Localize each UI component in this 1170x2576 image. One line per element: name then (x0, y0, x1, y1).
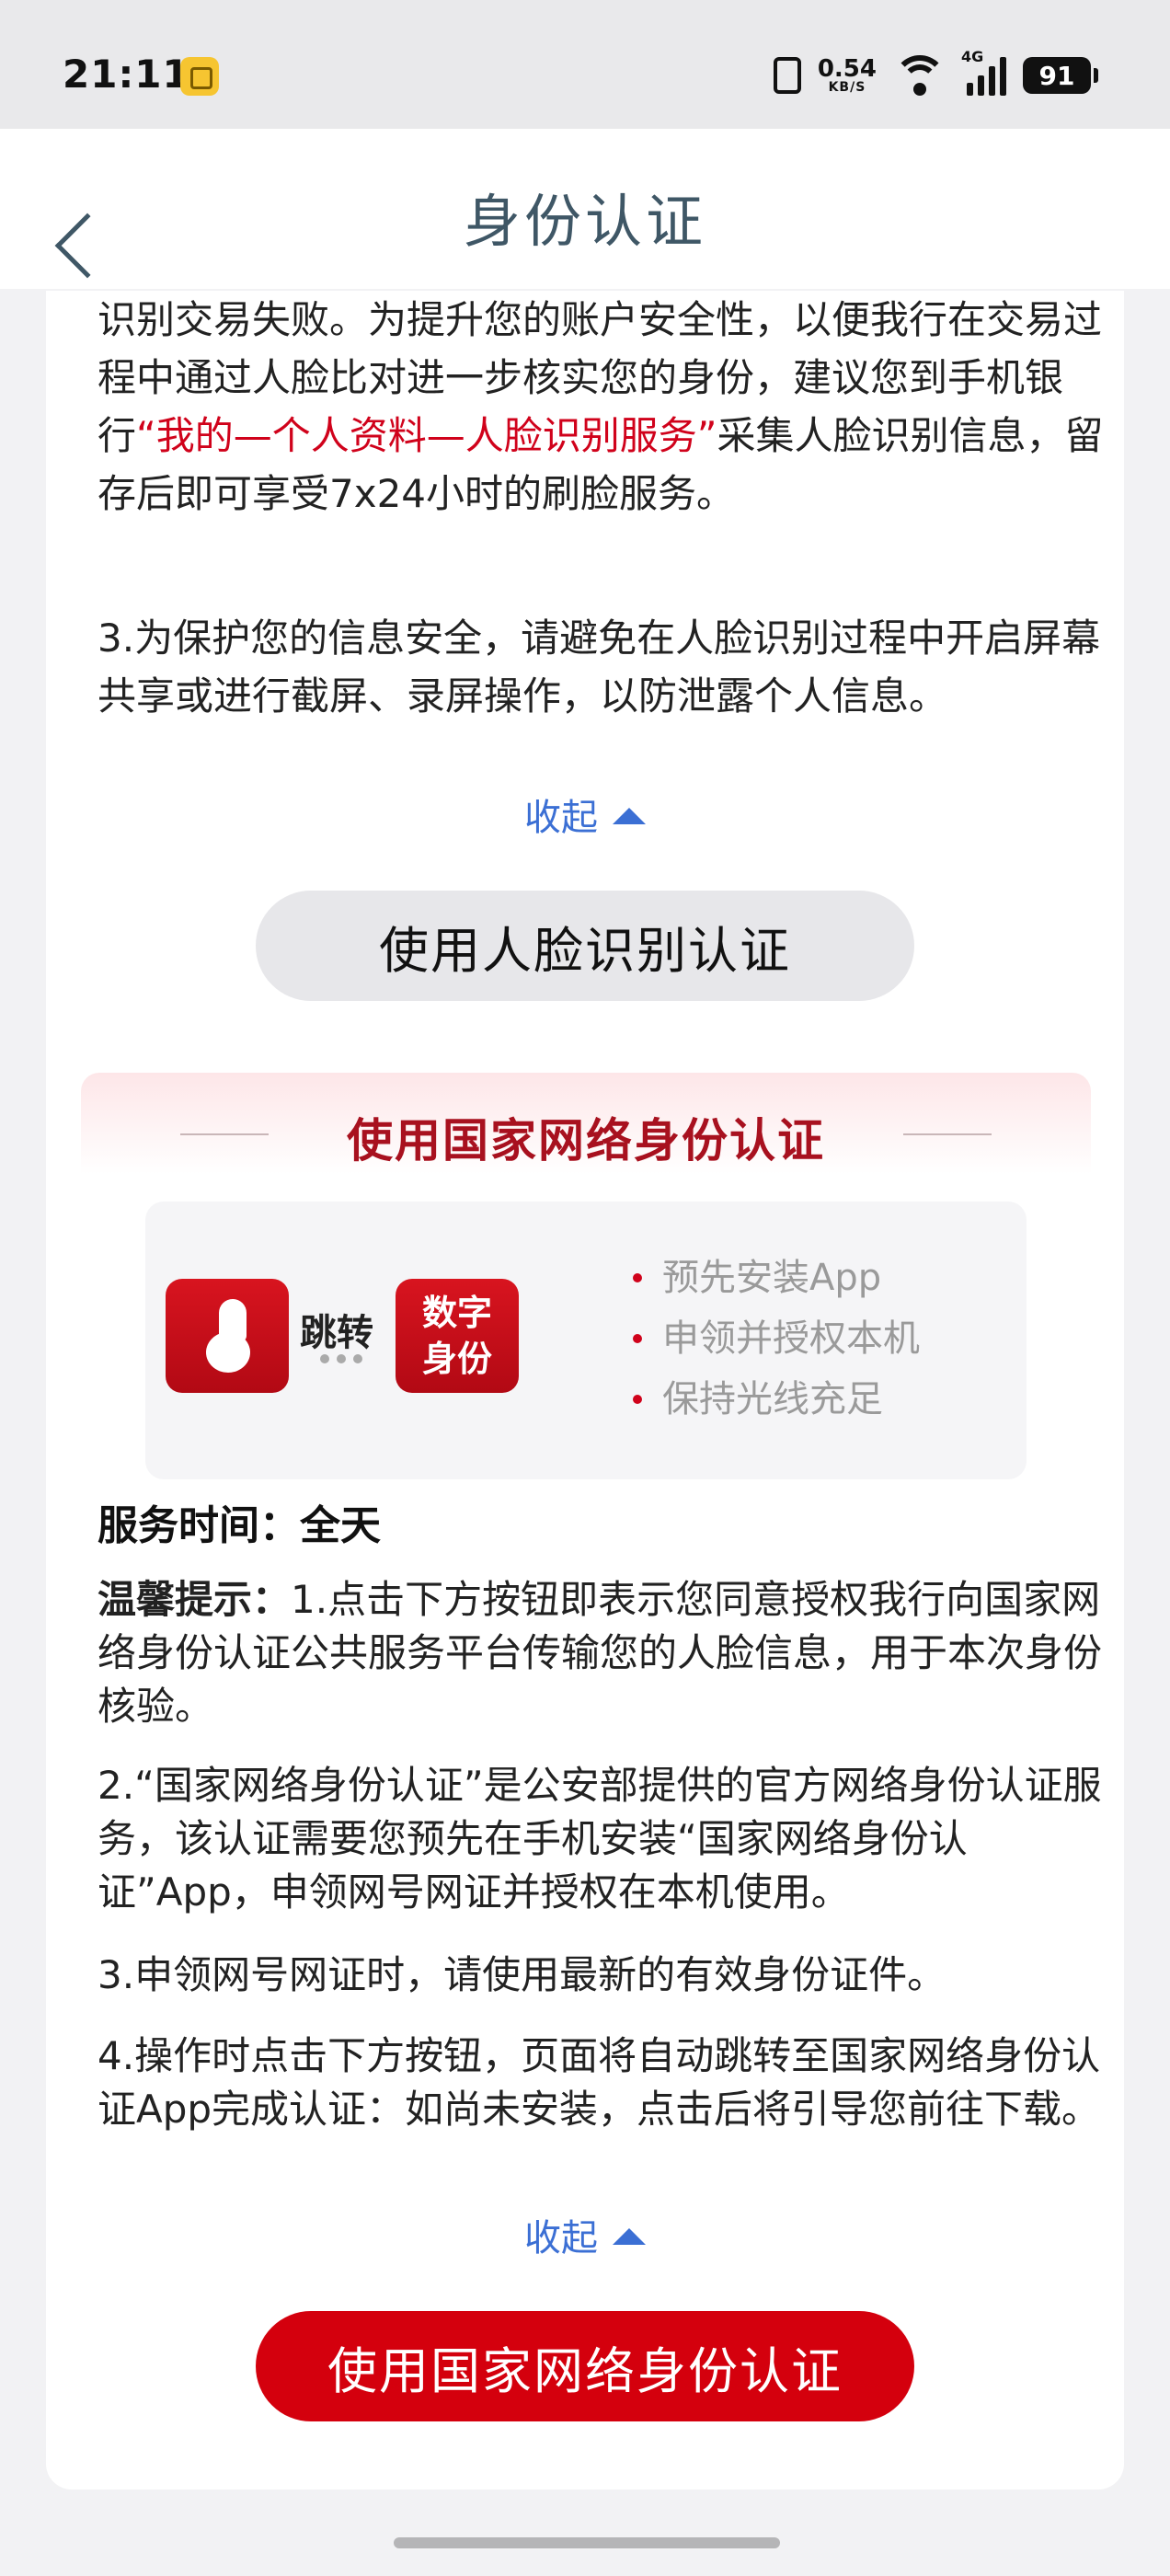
tip-paragraph-2: 2.“国家网络身份认证”是公安部提供的官方网络身份认证服务，该认证需要您预先在手… (98, 1763, 1102, 1915)
status-bar: 21:11 0.54 KB/S 4G 91 (0, 0, 1170, 129)
tip-paragraph-1: 温馨提示：1.点击下方按钮即表示您同意授权我行向国家网络身份认证公共服务平台传输… (98, 1573, 1109, 1733)
ctid-section-title: 使用国家网络身份认证 (347, 1114, 825, 1167)
network-type: 4G (961, 48, 984, 65)
home-indicator[interactable] (394, 2537, 780, 2548)
ellipsis-icon (320, 1354, 362, 1363)
status-time: 21:11 (63, 52, 190, 97)
jump-label: 跳转 (300, 1312, 373, 1354)
tip-paragraph-4: 4.操作时点击下方按钮，页面将自动跳转至国家网络身份认证App完成认证：如尚未安… (98, 2033, 1101, 2132)
ctid-auth-button[interactable]: 使用国家网络身份认证 (256, 2311, 914, 2421)
digital-identity-logo-icon: 数字 身份 (396, 1279, 519, 1393)
content-card: 识别交易失败。为提升您的账户安全性，以便我行在交易过程中通过人脸比对进一步核实您… (46, 291, 1124, 2490)
requirement-item: 申领并授权本机 (633, 1308, 920, 1369)
decorative-line (903, 1133, 992, 1135)
ctid-requirements-box: 跳转 数字 身份 预先安装App 申领并授权本机 保持光线充足 (145, 1202, 1027, 1479)
status-icons: 0.54 KB/S 4G 91 (773, 48, 1098, 103)
collapse-toggle-ctid[interactable]: 收起 (46, 2208, 1124, 2261)
nav-header: 身份认证 (0, 129, 1170, 289)
requirement-item: 保持光线充足 (633, 1369, 920, 1430)
service-time: 服务时间：全天 (98, 1502, 381, 1549)
network-speed-unit: KB/S (828, 80, 866, 95)
privacy-notice-paragraph: 3.为保护您的信息安全，请避免在人脸识别过程中开启屏幕共享或进行截屏、录屏操作，… (98, 615, 1101, 719)
face-recognition-button[interactable]: 使用人脸识别认证 (256, 891, 914, 1001)
face-notice-paragraph: 识别交易失败。为提升您的账户安全性，以便我行在交易过程中通过人脸比对进一步核实您… (98, 291, 1109, 523)
bank-app-logo-icon (166, 1279, 289, 1393)
cellular-signal-icon: 4G (961, 48, 1006, 96)
page-title: 身份认证 (463, 188, 706, 255)
digital-logo-line2: 身份 (421, 1339, 492, 1379)
vibrate-icon (773, 57, 801, 94)
caret-up-icon (613, 808, 646, 824)
battery-icon: 91 (1023, 57, 1098, 94)
collapse-toggle-face[interactable]: 收起 (46, 788, 1124, 841)
face-service-path-link: “我的—个人资料—人脸识别服务” (136, 413, 717, 458)
notification-app-icon (180, 57, 219, 96)
collapse-label: 收起 (524, 2217, 598, 2260)
wifi-icon (893, 55, 946, 96)
ctid-section-header: 使用国家网络身份认证 (81, 1073, 1091, 1174)
caret-up-icon (613, 2228, 646, 2245)
tip-label: 温馨提示： (98, 1577, 292, 1622)
tip-paragraph-3: 3.申领网号网证时，请使用最新的有效身份证件。 (98, 1952, 946, 1997)
requirement-item: 预先安装App (633, 1248, 920, 1308)
network-speed-value: 0.54 (817, 55, 877, 83)
network-speed: 0.54 KB/S (818, 57, 877, 94)
collapse-label: 收起 (524, 797, 598, 839)
requirements-list: 预先安装App 申领并授权本机 保持光线充足 (633, 1248, 920, 1430)
digital-logo-line1: 数字 (421, 1293, 492, 1333)
